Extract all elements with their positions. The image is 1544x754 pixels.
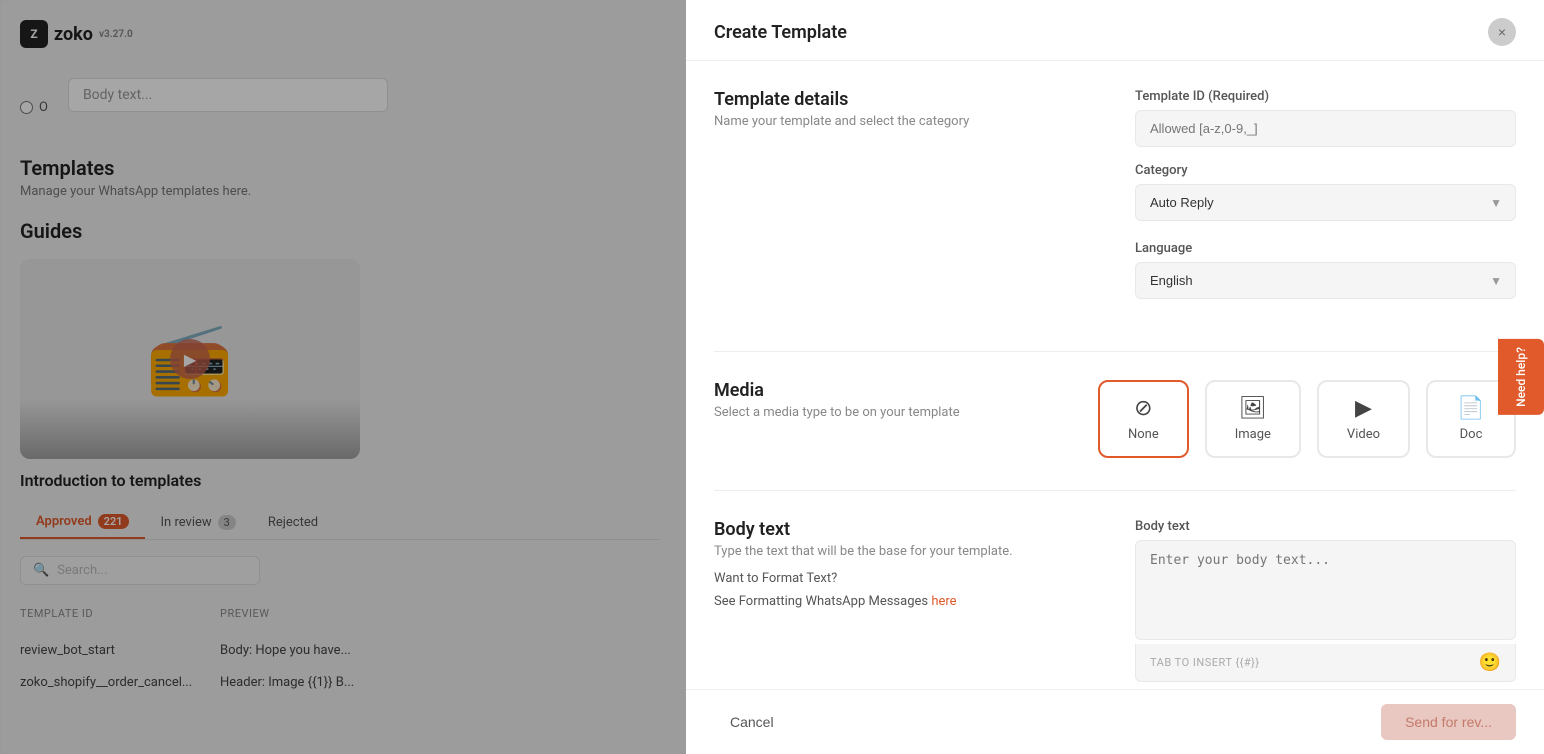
cancel-button[interactable]: Cancel: [714, 706, 790, 738]
modal-header: Create Template ×: [686, 0, 1544, 61]
divider-2: [714, 490, 1516, 491]
create-template-modal: Create Template × Template details Name …: [686, 0, 1544, 754]
body-text-textarea[interactable]: [1135, 540, 1516, 640]
need-help-button[interactable]: Need help?: [1498, 339, 1544, 415]
media-right: ⊘ None 🖼 Image ▶ Video 📄 Doc: [1098, 380, 1516, 458]
send-for-review-button[interactable]: Send for rev...: [1381, 704, 1516, 740]
category-select[interactable]: Auto Reply Marketing Utility Authenticat…: [1135, 184, 1516, 221]
modal-body: Template details Name your template and …: [686, 61, 1544, 689]
emoji-button[interactable]: 🙂: [1479, 652, 1501, 673]
format-sub: See Formatting WhatsApp Messages: [714, 594, 931, 609]
language-label: Language: [1135, 241, 1516, 256]
body-text-right: Body text TAB TO INSERT {{#}} 🙂: [1135, 519, 1516, 682]
media-option-none[interactable]: ⊘ None: [1098, 380, 1189, 458]
format-link[interactable]: here: [931, 594, 956, 609]
language-select[interactable]: English Spanish French German Portuguese: [1135, 262, 1516, 299]
media-left: Media Select a media type to be on your …: [714, 380, 1058, 458]
need-help-container: Need help?: [1498, 339, 1544, 415]
media-option-image[interactable]: 🖼 Image: [1205, 380, 1301, 458]
template-details-left: Template details Name your template and …: [714, 89, 1095, 319]
language-select-wrapper: English Spanish French German Portuguese…: [1135, 262, 1516, 299]
insert-row: TAB TO INSERT {{#}} 🙂: [1135, 644, 1516, 682]
template-id-input[interactable]: [1135, 110, 1516, 147]
insert-label: TAB TO INSERT {{#}}: [1150, 656, 1260, 669]
media-title: Media: [714, 380, 1058, 401]
image-icon: 🖼: [1239, 396, 1267, 421]
doc-label: Doc: [1460, 427, 1483, 442]
template-details-title: Template details: [714, 89, 1095, 110]
template-details-sub: Name your template and select the catego…: [714, 114, 1095, 129]
format-sub-row: See Formatting WhatsApp Messages here: [714, 590, 1095, 609]
template-details-right: Template ID (Required) Category Auto Rep…: [1135, 89, 1516, 319]
format-text: Want to Format Text?: [714, 571, 1095, 586]
media-option-video[interactable]: ▶ Video: [1317, 380, 1410, 458]
body-text-left: Body text Type the text that will be the…: [714, 519, 1095, 682]
media-section: Media Select a media type to be on your …: [714, 380, 1516, 458]
doc-icon: 📄: [1457, 396, 1484, 421]
modal-footer: Cancel Send for rev...: [686, 689, 1544, 754]
video-icon: ▶: [1355, 396, 1372, 421]
body-text-label: Body text: [1135, 519, 1516, 534]
category-select-wrapper: Auto Reply Marketing Utility Authenticat…: [1135, 184, 1516, 221]
body-text-sub: Type the text that will be the base for …: [714, 544, 1095, 559]
none-icon: ⊘: [1134, 396, 1152, 421]
category-label: Category: [1135, 163, 1516, 178]
media-options-row: ⊘ None 🖼 Image ▶ Video 📄 Doc: [1098, 380, 1516, 458]
template-details-section: Template details Name your template and …: [714, 89, 1516, 319]
body-text-section: Body text Type the text that will be the…: [714, 519, 1516, 682]
divider-1: [714, 351, 1516, 352]
template-id-label: Template ID (Required): [1135, 89, 1516, 104]
image-label: Image: [1235, 427, 1271, 442]
body-text-title: Body text: [714, 519, 1095, 540]
modal-close-button[interactable]: ×: [1488, 18, 1516, 46]
video-label: Video: [1347, 427, 1380, 442]
modal-title: Create Template: [714, 22, 847, 43]
media-sub: Select a media type to be on your templa…: [714, 405, 1058, 420]
none-label: None: [1128, 427, 1159, 442]
